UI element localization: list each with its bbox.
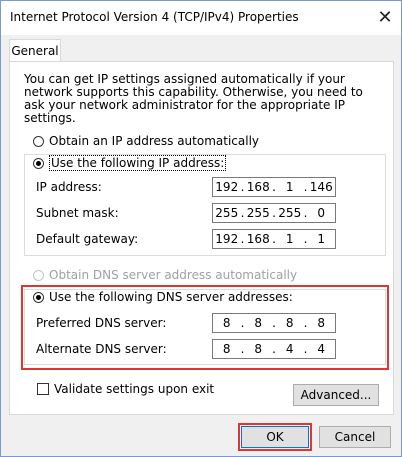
radio-button[interactable] <box>33 269 44 281</box>
radio-label: Obtain an IP address automatically <box>49 134 260 148</box>
default-gateway-input[interactable]: 192. 168. 1. 1 <box>212 229 336 249</box>
advanced-button[interactable]: Advanced... <box>293 384 379 406</box>
description-text: You can get IP settings assigned automat… <box>24 72 363 125</box>
window-title: Internet Protocol Version 4 (TCP/IPv4) P… <box>10 10 299 24</box>
radio-obtain-dns-auto[interactable]: Obtain DNS server address automatically <box>33 268 297 282</box>
cancel-button[interactable]: Cancel <box>319 426 391 448</box>
default-gateway-label: Default gateway: <box>36 232 139 246</box>
radio-label: Use the following IP address: <box>49 155 227 171</box>
radio-label: Obtain DNS server address automatically <box>49 268 298 282</box>
radio-button[interactable] <box>33 157 44 169</box>
subnet-mask-label: Subnet mask: <box>36 206 119 220</box>
ok-highlight-box <box>238 423 312 451</box>
title-bar: Internet Protocol Version 4 (TCP/IPv4) P… <box>1 1 401 35</box>
radio-button[interactable] <box>33 135 44 147</box>
general-panel: You can get IP settings assigned automat… <box>9 61 394 415</box>
close-icon[interactable]: ✕ <box>373 5 397 29</box>
ip-address-input[interactable]: 192. 168. 1. 146 <box>212 177 336 197</box>
tab-general[interactable]: General <box>9 39 61 62</box>
subnet-mask-input[interactable]: 255. 255. 255. 0 <box>212 203 336 223</box>
validate-settings-checkbox[interactable]: Validate settings upon exit <box>37 382 214 396</box>
properties-dialog: Internet Protocol Version 4 (TCP/IPv4) P… <box>0 0 402 457</box>
radio-obtain-ip-auto[interactable]: Obtain an IP address automatically <box>33 134 259 148</box>
ip-address-label: IP address: <box>36 180 102 194</box>
radio-use-following-ip[interactable]: Use the following IP address: <box>33 155 230 171</box>
dns-highlight-box <box>21 285 389 370</box>
checkbox-label: Validate settings upon exit <box>54 382 215 396</box>
checkbox[interactable] <box>37 383 49 395</box>
